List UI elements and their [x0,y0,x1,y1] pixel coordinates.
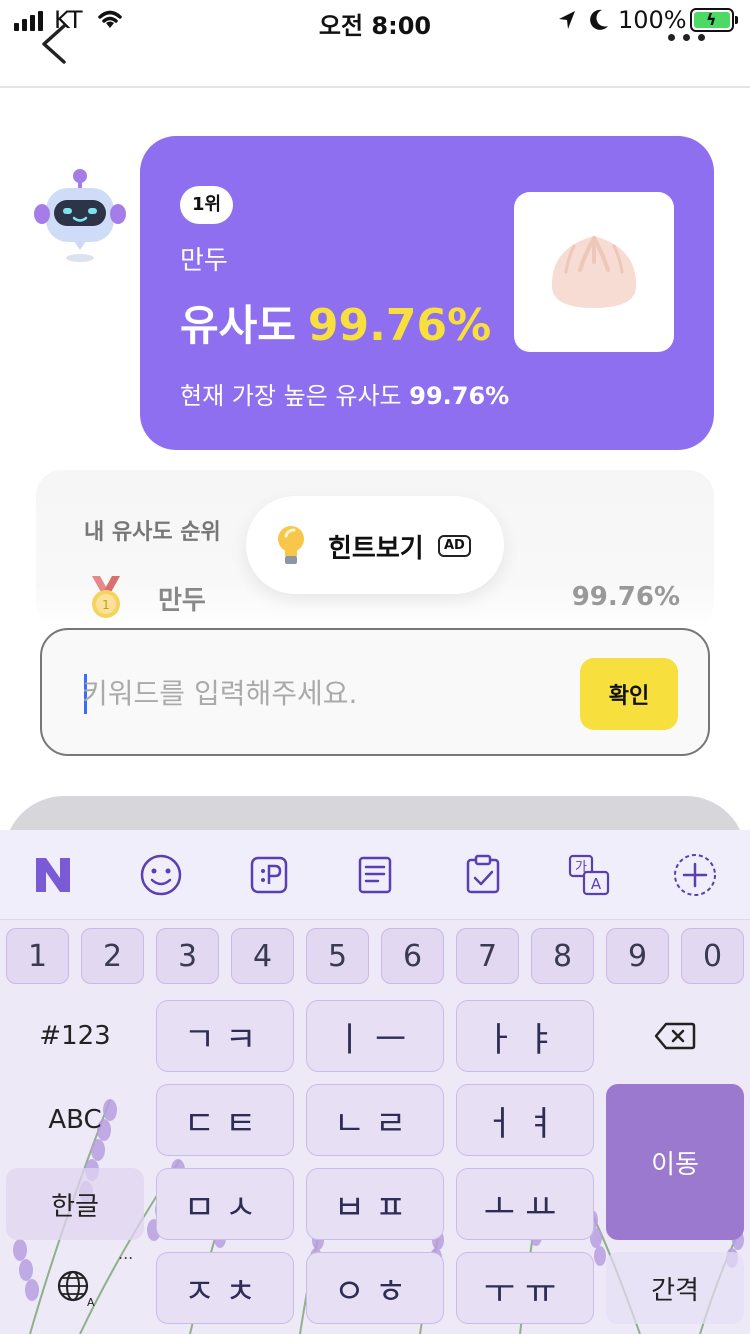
key-9[interactable]: 9 [606,928,669,984]
result-word: 만두 [180,246,228,276]
translate-icon[interactable]: 가 A [566,852,612,898]
keyword-input-box: 확인 [40,628,710,756]
abc-key[interactable]: ABC [6,1084,144,1156]
key-u-yu[interactable]: ㅜㅠ [456,1252,594,1324]
backspace-icon [654,1022,696,1050]
rank-panel-title: 내 유사도 순위 [84,520,221,545]
best-similarity-label: 현재 가장 높은 유사도 [180,382,402,410]
key-0[interactable]: 0 [681,928,744,984]
confirm-button[interactable]: 확인 [580,658,678,730]
key-6[interactable]: 6 [381,928,444,984]
key-2[interactable]: 2 [81,928,144,984]
similarity-value: 99.76% [307,300,492,351]
dumpling-icon [551,236,637,308]
naver-n-icon[interactable] [30,852,76,898]
symbols-key[interactable]: #123 [6,1000,144,1072]
keyword-input[interactable] [82,662,572,724]
svg-text:A: A [591,875,602,893]
chevron-left-icon[interactable] [38,22,74,66]
key-i-eu[interactable]: ㅣㅡ [306,1000,444,1072]
key-1[interactable]: 1 [6,928,69,984]
clipboard-p-icon[interactable] [246,852,292,898]
rank-badge: 1위 [180,186,234,224]
key-4[interactable]: 4 [231,928,294,984]
rank-row-word: 만두 [158,586,206,616]
key-8[interactable]: 8 [531,928,594,984]
key-3[interactable]: 3 [156,928,219,984]
key-mieum-siot[interactable]: ㅁㅅ [156,1168,294,1240]
key-eo-yeo[interactable]: ㅓㅕ [456,1084,594,1156]
rank-row-percent: 99.76% [571,582,680,612]
similarity-label: 유사도 [180,301,296,350]
ad-badge: AD [438,535,471,557]
globe-key[interactable]: A ... [6,1244,144,1324]
add-circle-icon[interactable] [672,852,718,898]
globe-icon: A [57,1270,95,1308]
key-a-ya[interactable]: ㅏㅑ [456,1000,594,1072]
key-nieun-rieul[interactable]: ㄴㄹ [306,1084,444,1156]
lightbulb-icon [278,526,304,564]
hint-label: 힌트보기 [328,534,424,564]
key-5[interactable]: 5 [306,928,369,984]
gold-medal-icon: 1 [92,576,120,618]
similarity-row: 유사도 99.76% [180,292,491,353]
hint-button[interactable]: 힌트보기 AD [246,496,504,594]
key-7[interactable]: 7 [456,928,519,984]
notes-icon[interactable] [352,852,398,898]
result-thumbnail [514,192,674,352]
key-giyeok-kieuk[interactable]: ㄱㅋ [156,1000,294,1072]
navigation-bar [0,0,750,88]
key-bieup-pieup[interactable]: ㅂㅍ [306,1168,444,1240]
key-ieung-hieut[interactable]: ㅇㅎ [306,1252,444,1324]
key-digeut-tieut[interactable]: ㄷㅌ [156,1084,294,1156]
move-key[interactable]: 이동 [606,1084,744,1240]
svg-text:1: 1 [102,598,110,612]
globe-ellipsis: ... [118,1244,134,1263]
key-jieut-chieut[interactable]: ㅈㅊ [156,1252,294,1324]
best-similarity-value: 99.76% [409,382,510,410]
emoji-icon[interactable] [138,852,184,898]
space-key[interactable]: 간격 [606,1252,744,1324]
more-horizontal-icon[interactable] [668,34,705,41]
hangul-key[interactable]: 한글 [6,1168,144,1240]
keyboard: 가 A 1 2 3 4 5 6 7 8 9 0 #123 ㄱㅋ ㅣㅡ ㅏㅑ AB… [0,830,750,1334]
best-similarity-text: 현재 가장 높은 유사도 99.76% [180,376,509,411]
top-result-card: 1위 만두 유사도 99.76% 현재 가장 높은 유사도 99.76% [140,136,714,450]
robot-mascot-icon [34,169,126,262]
svg-text:A: A [87,1296,95,1308]
clipboard-check-icon[interactable] [460,852,506,898]
key-o-yo[interactable]: ㅗㅛ [456,1168,594,1240]
backspace-key[interactable] [606,1000,744,1072]
keyboard-toolbar: 가 A [0,830,750,920]
